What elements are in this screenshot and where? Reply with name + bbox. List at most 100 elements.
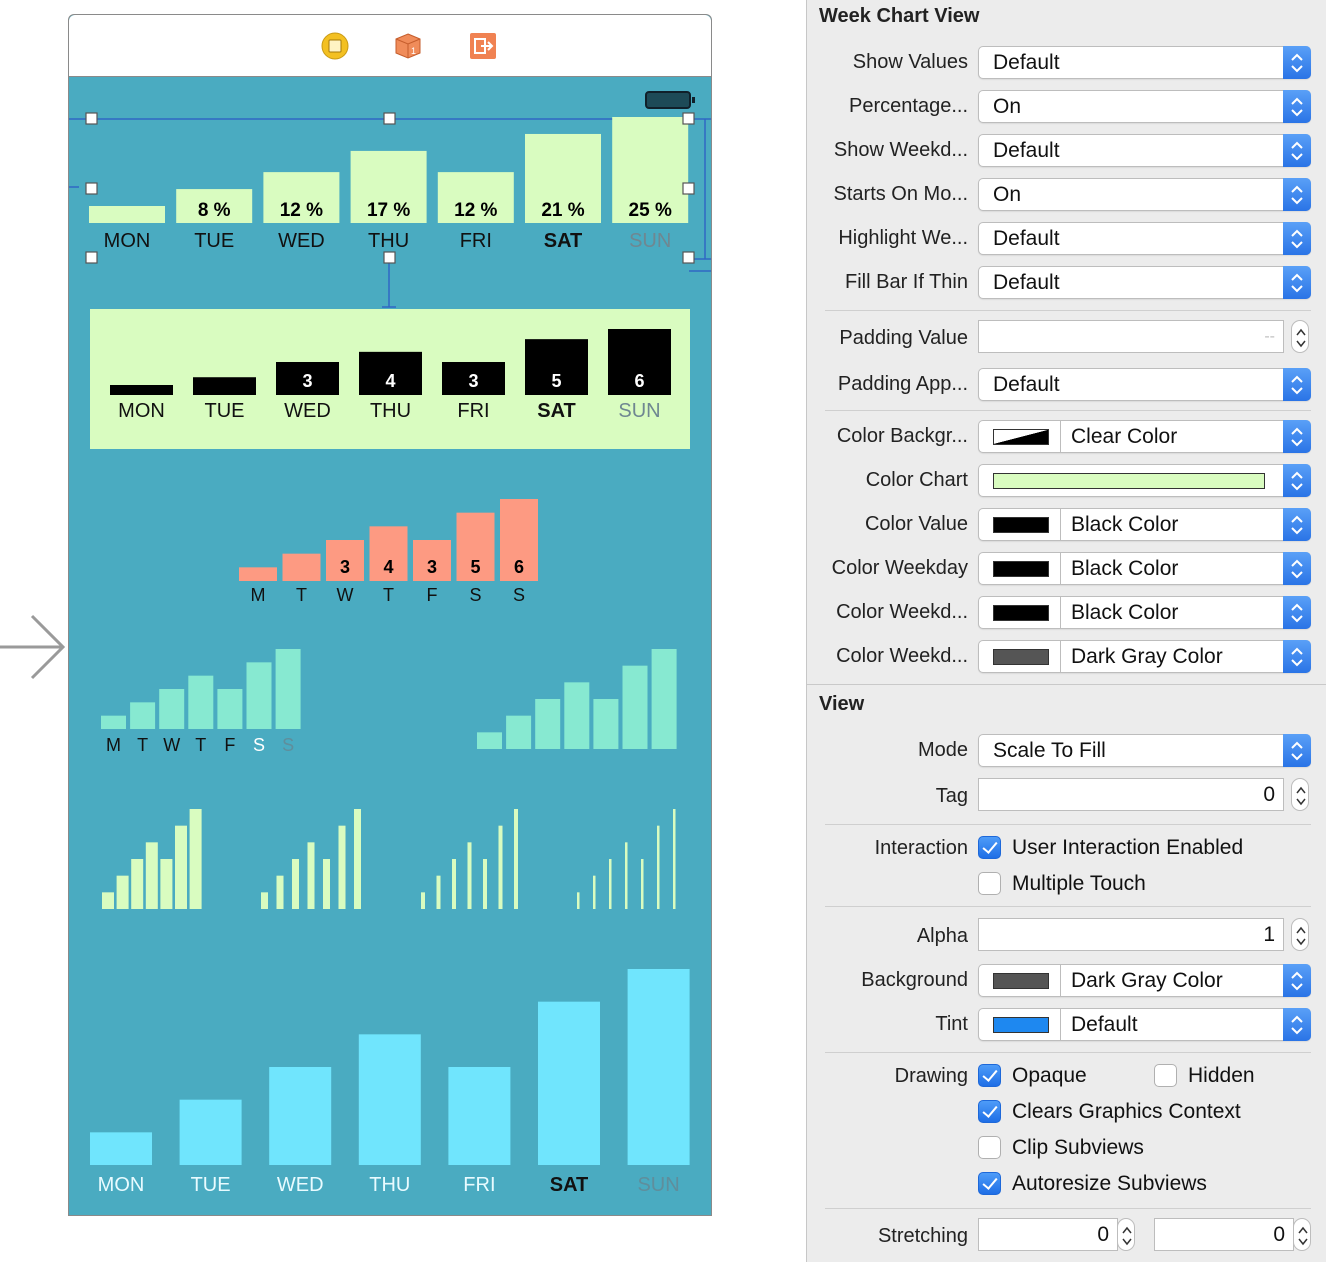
color-well[interactable]: [979, 965, 1061, 996]
chart-bar: [292, 859, 299, 909]
chart-bar: [90, 1132, 152, 1165]
popup-arrows-icon: [1283, 178, 1311, 211]
thin-bars-chart-c[interactable]: [421, 805, 523, 909]
clears-graphics-checkbox[interactable]: [978, 1100, 1001, 1123]
tint-label: Tint: [935, 1013, 968, 1035]
multiple-touch-checkbox[interactable]: [978, 872, 1001, 895]
separator: [825, 1208, 1311, 1209]
separator: [825, 310, 1311, 311]
alpha-field[interactable]: 1: [978, 918, 1284, 951]
view-controller-scene[interactable]: 1 MON 8 % TUE 12 % WED 17 % THU 12 % FRI 21 % SAT 2…: [68, 14, 712, 1216]
color-popup[interactable]: Clear Color: [978, 420, 1311, 453]
color-well[interactable]: [979, 1009, 1061, 1040]
user-interaction-checkbox[interactable]: [978, 836, 1001, 859]
bar-value-label: 3: [340, 557, 350, 577]
hidden-checkbox[interactable]: [1154, 1064, 1177, 1087]
color-well[interactable]: [979, 509, 1061, 540]
thin-bars-chart-a[interactable]: [102, 805, 204, 909]
option-label: Starts On Mo...: [833, 183, 968, 205]
padding-value-stepper[interactable]: [1291, 320, 1309, 353]
arrow-right-icon: [0, 614, 66, 680]
bar-value-label: 5: [551, 371, 561, 391]
stretching-y-stepper[interactable]: [1293, 1218, 1311, 1251]
weekday-label: SAT: [537, 400, 576, 422]
tint-swatch: [993, 1017, 1049, 1033]
opaque-checkbox[interactable]: [978, 1064, 1001, 1087]
option-popup[interactable]: Default: [978, 134, 1311, 167]
color-well[interactable]: [979, 641, 1061, 672]
color-well[interactable]: [979, 553, 1061, 584]
option-label: Highlight We...: [838, 227, 968, 249]
tag-field[interactable]: 0: [978, 778, 1284, 811]
view-section-title: View: [819, 693, 865, 715]
popup-arrows-icon: [1283, 964, 1311, 997]
option-popup[interactable]: Default: [978, 46, 1311, 79]
chart-bar: [535, 699, 561, 749]
drawing-label: Drawing: [894, 1065, 968, 1087]
chart-bar: [564, 682, 590, 749]
chart-bar: [275, 649, 301, 729]
popup-arrows-icon: [1283, 734, 1311, 767]
clears-graphics-label: Clears Graphics Context: [1012, 1100, 1241, 1123]
weekday-label: FRI: [463, 1174, 495, 1196]
color-option-label: Color Weekd...: [836, 601, 968, 623]
week-chart-mint-labeled[interactable]: MTWTFSS: [101, 645, 303, 755]
bar-value-label: 6: [634, 371, 644, 391]
chart-bar: [498, 825, 503, 909]
stretching-x-field[interactable]: 0: [978, 1218, 1118, 1251]
chart-bar: [593, 699, 619, 749]
stretching-y-field[interactable]: 0: [1154, 1218, 1294, 1251]
option-popup[interactable]: On: [978, 178, 1311, 211]
clip-subviews-label: Clip Subviews: [1012, 1136, 1144, 1159]
color-popup[interactable]: Black Color: [978, 596, 1311, 629]
padding-value-field[interactable]: --: [978, 320, 1284, 353]
mode-popup[interactable]: Scale To Fill: [978, 734, 1311, 767]
week-chart-mint-unlabeled[interactable]: [477, 645, 680, 749]
option-popup[interactable]: Default: [978, 222, 1311, 255]
weekday-label: WED: [284, 400, 331, 422]
color-well[interactable]: [979, 421, 1061, 452]
tag-stepper[interactable]: [1291, 778, 1309, 811]
bar-value-label: 3: [427, 557, 437, 577]
color-well[interactable]: [979, 597, 1061, 628]
week-chart-black[interactable]: MON TUE 3 WED 4 THU 3 FRI 5 SAT 6 SUN: [90, 309, 690, 449]
chart-bar: [239, 567, 277, 581]
popup-arrows-icon: [1283, 1008, 1311, 1041]
interaction-label: Interaction: [874, 837, 968, 859]
week-chart-salmon[interactable]: M T 3 W 4 T 3 F 5 S 6 S: [239, 495, 545, 605]
alpha-stepper[interactable]: [1291, 918, 1309, 951]
week-chart-view-title: Week Chart View: [819, 5, 980, 27]
chart-bar: [130, 702, 156, 729]
chart-bar: [448, 1067, 511, 1165]
color-popup[interactable]: Black Color: [978, 552, 1311, 585]
user-interaction-label: User Interaction Enabled: [1012, 836, 1244, 859]
chart-bar: [261, 892, 268, 909]
weekday-label: M: [106, 735, 121, 755]
option-popup[interactable]: Default: [978, 266, 1311, 299]
chart-bar: [188, 675, 214, 729]
clip-subviews-checkbox[interactable]: [978, 1136, 1001, 1159]
background-popup[interactable]: Dark Gray Color: [978, 964, 1311, 997]
padding-app-popup[interactable]: Default: [978, 368, 1311, 401]
color-option-label: Color Value: [864, 513, 968, 535]
separator: [825, 1052, 1311, 1053]
chart-bar: [102, 892, 114, 909]
autoresize-checkbox[interactable]: [978, 1172, 1001, 1195]
color-popup[interactable]: Black Color: [978, 508, 1311, 541]
weekday-label: F: [427, 585, 438, 605]
chart-bar: [625, 842, 628, 909]
color-popup[interactable]: [978, 464, 1311, 497]
option-popup[interactable]: On: [978, 90, 1311, 123]
tint-popup[interactable]: Default: [978, 1008, 1311, 1041]
chart-bar: [179, 1099, 242, 1165]
thin-bars-chart-b[interactable]: [261, 805, 363, 909]
thin-bars-chart-d[interactable]: [577, 805, 681, 909]
color-popup[interactable]: Dark Gray Color: [978, 640, 1311, 673]
weekday-label: S: [469, 585, 481, 605]
week-chart-large[interactable]: MON TUE WED THU FRI SAT SUN: [90, 965, 700, 1196]
weekday-label: WED: [277, 1174, 324, 1196]
separator: [825, 824, 1311, 825]
weekday-label: S: [253, 735, 265, 755]
weekday-label: SUN: [637, 1174, 679, 1196]
stretching-x-stepper[interactable]: [1117, 1218, 1135, 1251]
